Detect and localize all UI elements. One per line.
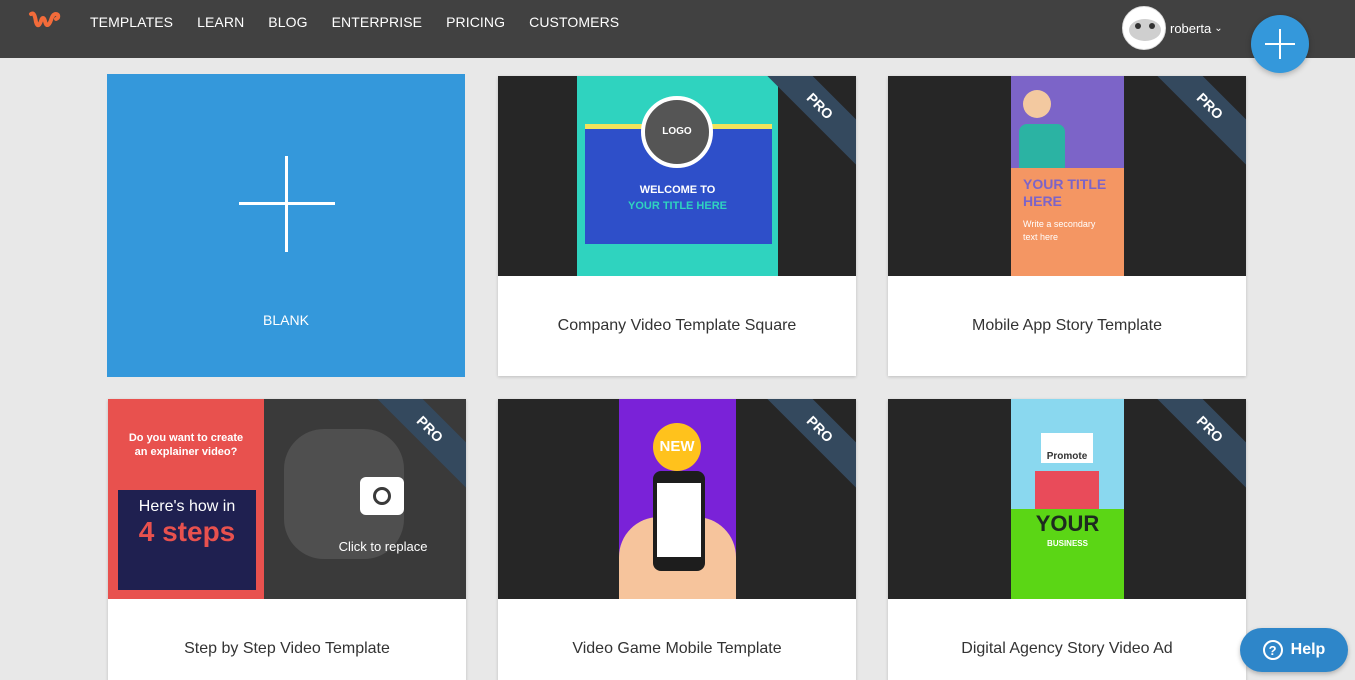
template-title[interactable]: Digital Agency Story Video Ad xyxy=(888,599,1246,680)
blank-label: BLANK xyxy=(263,312,309,328)
template-thumbnail[interactable]: Do you want to create an explainer video… xyxy=(108,399,466,599)
pro-badge: PRO xyxy=(1149,399,1246,490)
camera-icon xyxy=(360,477,404,515)
preview-business: BUSINESS xyxy=(1047,539,1088,548)
avatar-eye-icon xyxy=(1135,23,1141,29)
game-preview: NEW xyxy=(619,399,736,599)
top-navigation-bar: TEMPLATES LEARN BLOG ENTERPRISE PRICING … xyxy=(0,0,1355,58)
help-button[interactable]: ? Help xyxy=(1240,628,1348,672)
template-thumbnail[interactable]: YOUR TITLE HERE Write a secondary text h… xyxy=(888,76,1246,276)
template-card-mobile-app[interactable]: YOUR TITLE HERE Write a secondary text h… xyxy=(888,76,1246,376)
template-card-step-by-step[interactable]: Do you want to create an explainer video… xyxy=(108,399,466,680)
help-label: Help xyxy=(1290,641,1326,658)
nav-pricing[interactable]: PRICING xyxy=(446,14,505,30)
avatar-face-icon xyxy=(1129,19,1161,41)
pro-badge: PRO xyxy=(759,399,856,490)
preview-your: YOUR xyxy=(1035,511,1100,536)
template-title[interactable]: Mobile App Story Template xyxy=(888,276,1246,376)
character-icon xyxy=(1023,90,1051,118)
preview-title: YOUR TITLE HERE xyxy=(1023,176,1107,209)
nav-learn[interactable]: LEARN xyxy=(197,14,244,30)
nav-blog[interactable]: BLOG xyxy=(268,14,307,30)
chevron-down-icon[interactable]: ⌄ xyxy=(1214,23,1222,34)
step-preview-left: Do you want to create an explainer video… xyxy=(108,399,264,599)
username[interactable]: roberta xyxy=(1170,21,1211,36)
avatar[interactable] xyxy=(1122,6,1166,50)
company-preview: LOGO WELCOME TO YOUR TITLE HERE xyxy=(577,76,778,276)
phone-icon xyxy=(653,471,705,571)
preview-title: WELCOME TO xyxy=(639,184,716,196)
question-circle-icon: ? xyxy=(1262,640,1283,660)
preview-promote: Promote xyxy=(1041,433,1093,463)
agency-preview: Promote YOUR BUSINESS xyxy=(1011,399,1124,599)
template-card-video-game[interactable]: NEW PRO Video Game Mobile Template xyxy=(498,399,856,680)
waymark-logo-icon[interactable] xyxy=(28,8,62,34)
preview-question: Do you want to create an explainer video… xyxy=(128,432,244,458)
new-badge: NEW xyxy=(653,423,701,471)
create-video-button[interactable] xyxy=(1251,15,1309,73)
avatar-eye-icon xyxy=(1149,23,1155,29)
preview-subtitle: YOUR TITLE HERE xyxy=(627,200,727,212)
nav-enterprise[interactable]: ENTERPRISE xyxy=(332,14,422,30)
logo-placeholder: LOGO xyxy=(641,96,713,168)
nav-customers[interactable]: CUSTOMERS xyxy=(529,14,619,30)
template-thumbnail[interactable]: LOGO WELCOME TO YOUR TITLE HERE PRO xyxy=(498,76,856,276)
template-title[interactable]: Company Video Template Square xyxy=(498,276,856,376)
pro-badge: PRO xyxy=(1149,76,1246,167)
preview-howin: Here's how in xyxy=(138,498,236,515)
user-menu[interactable]: roberta ⌄ xyxy=(1122,6,1223,50)
preview-subtitle: Write a secondary text here xyxy=(1023,219,1096,242)
template-thumbnail[interactable]: NEW PRO xyxy=(498,399,856,599)
template-thumbnail[interactable]: Promote YOUR BUSINESS PRO xyxy=(888,399,1246,599)
template-card-digital-agency[interactable]: Promote YOUR BUSINESS PRO Digital Agency… xyxy=(888,399,1246,680)
template-card-company[interactable]: LOGO WELCOME TO YOUR TITLE HERE PRO Comp… xyxy=(498,76,856,376)
preview-steps: 4 steps xyxy=(138,516,236,547)
blank-template-card[interactable]: BLANK xyxy=(107,74,465,377)
mobile-preview: YOUR TITLE HERE Write a secondary text h… xyxy=(1011,76,1124,276)
store-icon xyxy=(1035,471,1099,509)
template-title[interactable]: Video Game Mobile Template xyxy=(498,599,856,680)
nav-templates[interactable]: TEMPLATES xyxy=(90,14,173,30)
template-title[interactable]: Step by Step Video Template xyxy=(108,599,466,680)
main-nav: TEMPLATES LEARN BLOG ENTERPRISE PRICING … xyxy=(90,14,643,30)
click-to-replace[interactable]: Click to replace xyxy=(320,539,446,554)
